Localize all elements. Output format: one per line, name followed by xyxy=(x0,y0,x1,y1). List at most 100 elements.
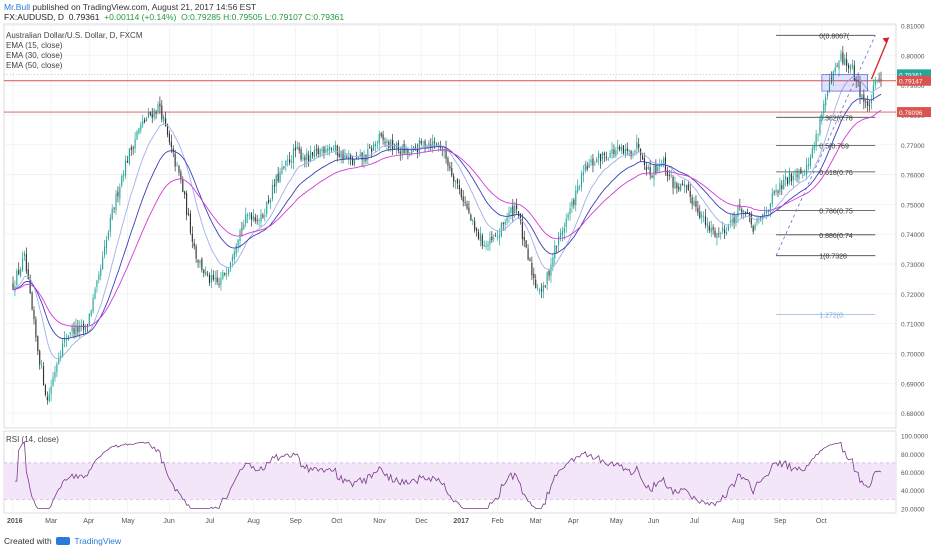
candle-body xyxy=(191,233,193,242)
candle-body xyxy=(258,220,260,222)
arrow-head-icon xyxy=(882,37,890,44)
candle-body xyxy=(626,148,628,151)
candle-body xyxy=(123,174,125,177)
candle-body xyxy=(203,269,205,274)
candle-body xyxy=(319,149,321,156)
candle-body xyxy=(193,243,195,247)
time-tick-label: Jun xyxy=(163,518,174,525)
candle-body xyxy=(620,146,623,151)
candle-body xyxy=(264,215,266,217)
candle-body xyxy=(142,120,144,125)
candle-body xyxy=(687,184,689,190)
legend-ema30[interactable]: EMA (30, close) xyxy=(6,51,142,61)
candle-body xyxy=(563,227,565,233)
candle-body xyxy=(502,223,504,225)
candle-body xyxy=(619,146,621,150)
candle-body xyxy=(617,146,619,150)
candle-body xyxy=(205,271,207,275)
candle-body xyxy=(298,147,300,151)
candle-body xyxy=(310,152,312,161)
candle-body xyxy=(685,185,687,187)
candle-body xyxy=(735,215,737,223)
candle-body xyxy=(491,236,493,241)
candle-body xyxy=(672,176,674,188)
candle-body xyxy=(321,148,323,152)
candle-body xyxy=(596,158,598,163)
tradingview-brand[interactable]: TradingView xyxy=(74,536,121,546)
candle-body xyxy=(485,246,487,248)
candle-body xyxy=(94,288,96,299)
candle-body xyxy=(90,310,92,316)
candle-body xyxy=(474,221,476,231)
candle-body xyxy=(649,167,651,176)
price-tick-label: 0.68000 xyxy=(901,411,925,418)
candle-body xyxy=(107,232,109,239)
trading-chart[interactable]: 0(0.8067(0.382(0.780.5(0.7690.618(0.760.… xyxy=(0,0,932,550)
candle-body xyxy=(92,297,94,312)
candle-body xyxy=(159,103,161,107)
time-tick-label: Sep xyxy=(774,518,787,525)
price-tick-label: 0.76000 xyxy=(901,173,925,180)
candle-body xyxy=(813,146,815,150)
candle-body xyxy=(638,144,640,148)
time-tick-label: May xyxy=(610,518,624,525)
candle-body xyxy=(214,277,216,280)
legend-ema50[interactable]: EMA (50, close) xyxy=(6,61,142,71)
candle-body xyxy=(628,150,630,152)
candle-body xyxy=(403,143,405,154)
candle-body xyxy=(365,154,367,161)
candle-body xyxy=(27,269,29,280)
candle-body xyxy=(178,166,180,173)
candle-body xyxy=(538,290,541,292)
rsi-label[interactable]: RSI (14, close) xyxy=(6,435,59,445)
author-link[interactable]: Mr.Bull xyxy=(4,2,30,12)
candle-body xyxy=(136,131,138,140)
candle-body xyxy=(388,141,390,148)
candle-body xyxy=(353,158,356,166)
candle-body xyxy=(844,58,846,66)
candle-body xyxy=(369,147,371,148)
candle-body xyxy=(472,220,474,222)
legend-title[interactable]: Australian Dollar/U.S. Dollar, D, FXCM xyxy=(6,31,142,41)
time-tick-label: Oct xyxy=(331,518,342,525)
candle-body xyxy=(605,156,607,158)
candle-body xyxy=(466,203,468,209)
candle-body xyxy=(708,225,710,231)
legend-ema15[interactable]: EMA (15, close) xyxy=(6,41,142,51)
indicator-legend: Australian Dollar/U.S. Dollar, D, FXCM E… xyxy=(6,31,142,71)
candle-body xyxy=(689,190,691,197)
candle-body xyxy=(180,172,182,180)
candle-body xyxy=(201,258,203,270)
candle-body xyxy=(241,228,243,230)
candle-body xyxy=(420,140,422,144)
candle-body xyxy=(743,210,745,213)
time-tick-label: Nov xyxy=(373,518,386,525)
candle-body xyxy=(874,79,876,85)
candle-body xyxy=(868,104,871,106)
candlestick-series xyxy=(12,45,882,405)
candle-body xyxy=(849,66,852,70)
candle-body xyxy=(306,152,308,161)
candle-body xyxy=(273,184,275,187)
candle-body xyxy=(344,154,346,159)
candle-body xyxy=(331,148,333,150)
candle-body xyxy=(103,246,106,256)
time-tick-label: Mar xyxy=(45,518,58,525)
time-tick-label: Apr xyxy=(568,518,580,525)
candle-body xyxy=(302,157,304,160)
annotations[interactable] xyxy=(821,37,890,92)
candle-body xyxy=(157,104,159,112)
hline-badge: 0.79147 xyxy=(899,79,923,86)
candle-body xyxy=(788,171,791,184)
candle-body xyxy=(184,191,186,195)
candle-body xyxy=(271,185,274,200)
candle-body xyxy=(556,245,558,247)
time-tick-label: Jul xyxy=(690,518,699,525)
candle-body xyxy=(792,175,794,181)
candle-body xyxy=(752,225,754,232)
candle-body xyxy=(720,233,722,234)
candle-body xyxy=(71,326,73,332)
candle-body xyxy=(174,153,176,167)
price-tick-label: 0.75000 xyxy=(901,202,925,209)
candle-body xyxy=(798,170,800,179)
